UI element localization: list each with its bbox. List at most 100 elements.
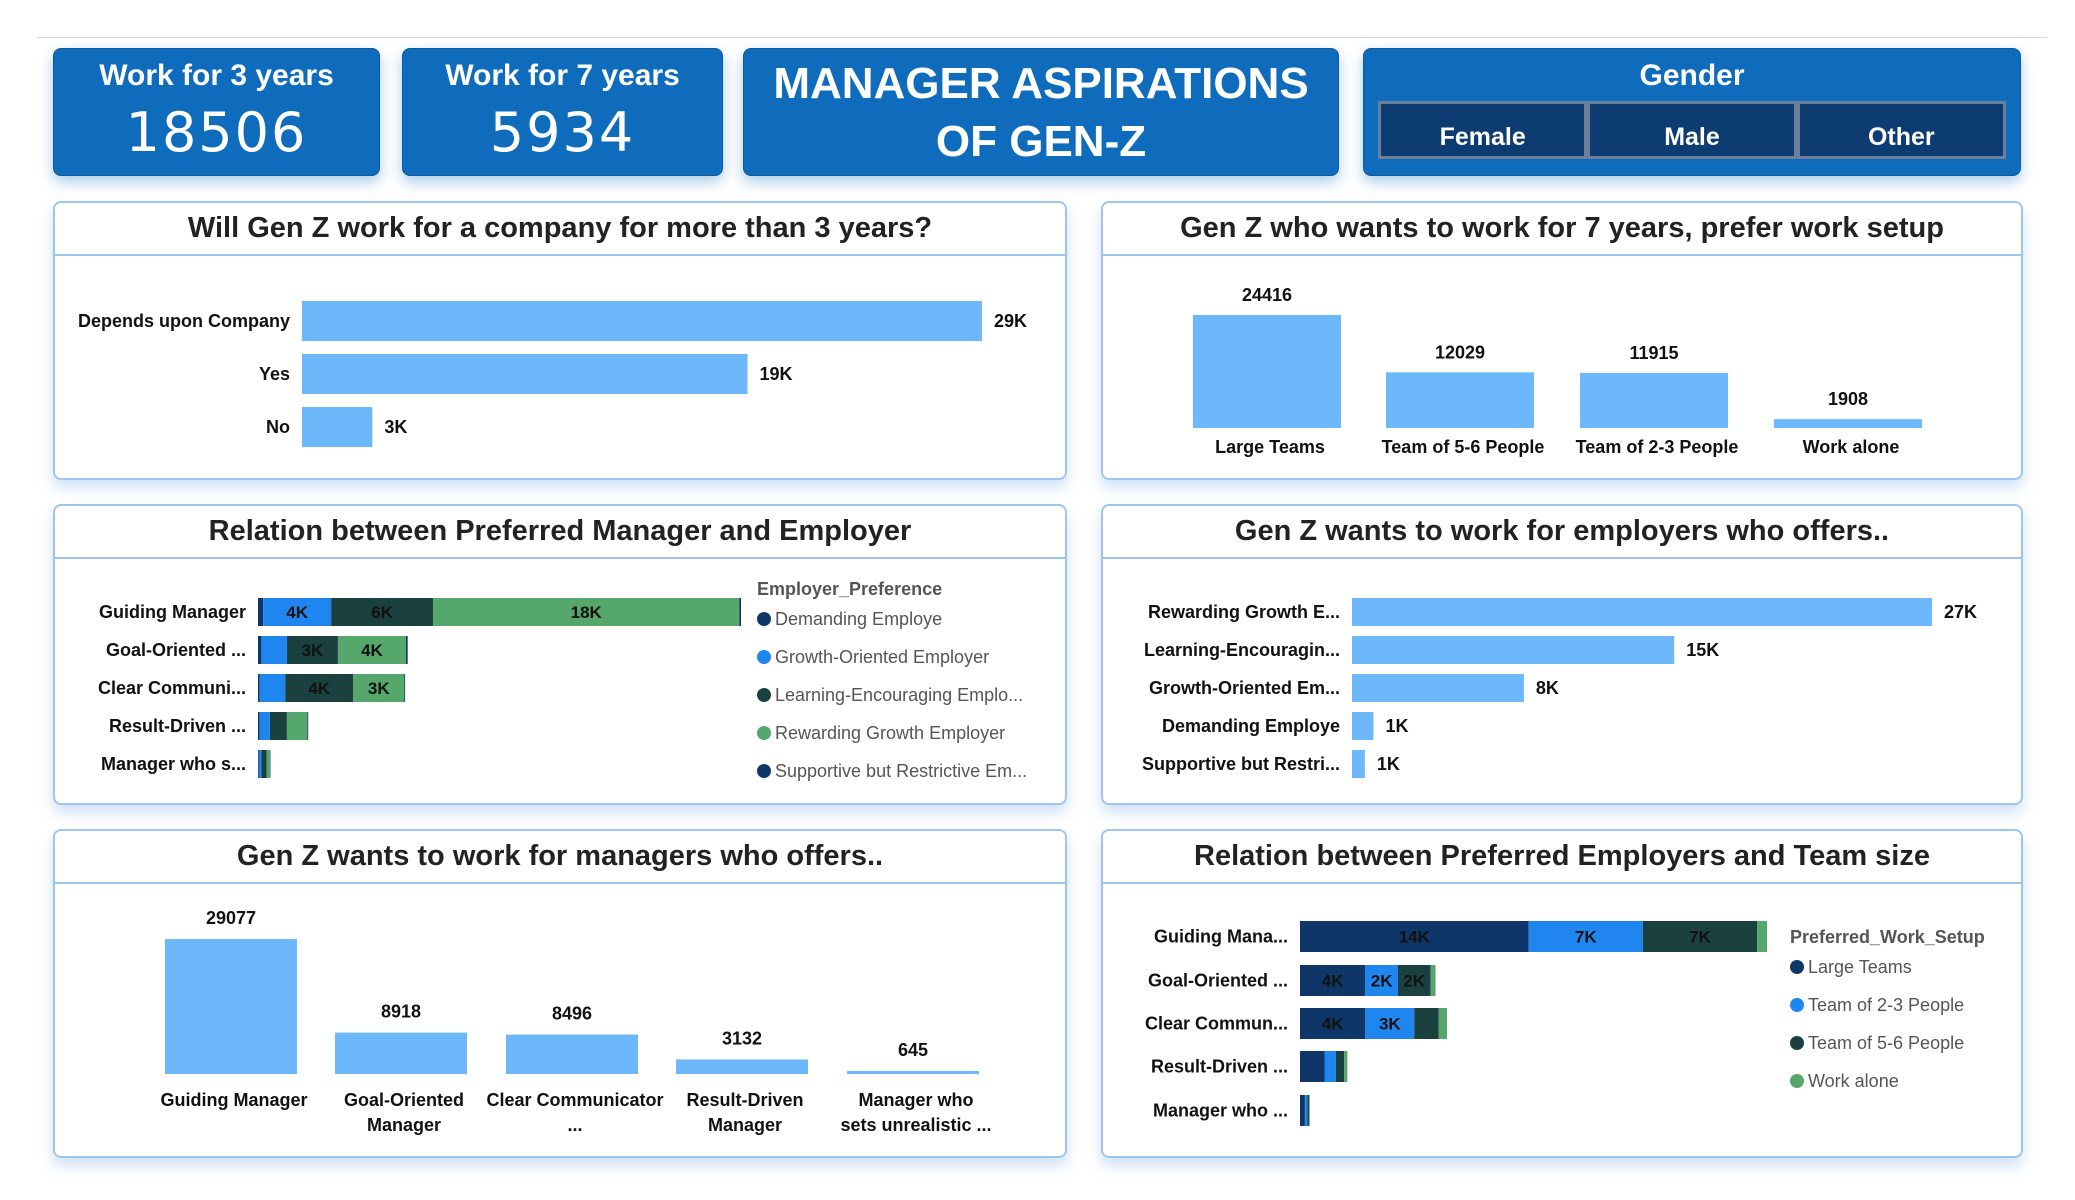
legend-item: Team of 2-3 People xyxy=(1808,995,1964,1015)
bar-segment xyxy=(404,674,406,702)
bar xyxy=(1774,419,1922,428)
category-label: Team of 5-6 People xyxy=(1382,437,1545,457)
category-label: Goal-Oriented ... xyxy=(106,640,246,660)
category-label: Manager who s... xyxy=(101,754,246,774)
data-label: 3K xyxy=(384,417,407,437)
data-label: 645 xyxy=(898,1040,928,1060)
bar-segment xyxy=(266,750,270,778)
data-label: 3132 xyxy=(722,1028,762,1048)
data-label: 4K xyxy=(361,641,383,660)
bar xyxy=(1386,372,1534,428)
data-label: 29077 xyxy=(206,908,256,928)
bar-segment xyxy=(1438,1008,1447,1039)
category-label: Guiding Manager xyxy=(99,602,246,622)
legend-item: Growth-Oriented Employer xyxy=(775,647,989,667)
data-label: 11915 xyxy=(1629,343,1678,363)
gender-slicer-title: Gender xyxy=(1639,59,1745,92)
category-label: Result-Driven ... xyxy=(1151,1057,1288,1077)
category-label: Growth-Oriented Em... xyxy=(1149,678,1340,698)
kpi-title: Work for 7 years xyxy=(445,59,680,92)
bar xyxy=(335,1032,467,1074)
data-label: 4K xyxy=(286,603,308,622)
bar xyxy=(676,1059,808,1074)
panel-title: Gen Z wants to work for employers who of… xyxy=(1103,506,2021,559)
bar-segment xyxy=(1324,1051,1336,1082)
data-label: 14K xyxy=(1399,928,1431,947)
category-label: Supportive but Restri... xyxy=(1142,754,1340,774)
data-label: 7K xyxy=(1689,928,1711,947)
category-label: Large Teams xyxy=(1215,437,1325,457)
bar-segment xyxy=(258,674,260,702)
category-label: No xyxy=(266,417,290,437)
dashboard-title: MANAGER ASPIRATIONS OF GEN-Z xyxy=(743,48,1339,176)
bar-segment xyxy=(259,712,270,740)
data-label: 1K xyxy=(1385,716,1408,736)
data-label: 24416 xyxy=(1242,285,1292,305)
category-label: Demanding Employe xyxy=(1162,716,1340,736)
bar-segment xyxy=(1308,1095,1310,1126)
data-label: 8496 xyxy=(552,1004,592,1024)
bar xyxy=(1352,674,1524,702)
category-label: Learning-Encouragin... xyxy=(1144,640,1340,660)
bar-segment xyxy=(261,636,287,664)
category-label: Team of 2-3 People xyxy=(1576,437,1739,457)
bar xyxy=(847,1071,979,1074)
gender-option-male[interactable]: Male xyxy=(1587,101,1797,159)
category-label: Work alone xyxy=(1803,437,1900,457)
data-label: 2K xyxy=(1371,972,1393,991)
bar-segment xyxy=(1304,1095,1308,1126)
panel-manager-employer: Relation between Preferred Manager and E… xyxy=(53,504,1067,805)
legend-title: Preferred_Work_Setup xyxy=(1790,927,1985,947)
category-label: Result-Driven Manager xyxy=(686,1090,803,1135)
kpi-title: Work for 3 years xyxy=(99,59,334,92)
data-label: 3K xyxy=(302,641,324,660)
bar-segment xyxy=(1307,1095,1309,1126)
bar xyxy=(1352,750,1365,778)
legend-item: Work alone xyxy=(1808,1071,1899,1091)
data-label: 4K xyxy=(308,679,330,698)
bar-segment xyxy=(258,750,259,778)
legend-marker xyxy=(757,688,771,702)
legend-marker xyxy=(1790,960,1804,974)
panel-manager-offers: Gen Z wants to work for managers who off… xyxy=(53,829,1067,1158)
data-label: 2K xyxy=(1403,972,1425,991)
category-label: Goal-Oriented ... xyxy=(1148,971,1288,991)
chart-employer-team-size: Guiding Mana... 14K 7K 7K Goal-Oriented ... 4… xyxy=(1145,921,1985,1126)
category-label: Guiding Manager xyxy=(160,1090,307,1110)
chart-work-3-years: Depends upon Company 29K Yes 19K No 3K xyxy=(78,301,1027,447)
legend-marker xyxy=(1790,1036,1804,1050)
panel-title: Gen Z who wants to work for 7 years, pre… xyxy=(1103,203,2021,256)
chart-manager-employer: Guiding Manager 4K 6K 18K Goal-Oriented ... 3… xyxy=(98,579,1027,781)
bar-segment xyxy=(1430,965,1436,996)
data-label: 4K xyxy=(1322,972,1344,991)
category-label: Result-Driven ... xyxy=(109,716,246,736)
category-label: Goal-Oriented Manager xyxy=(344,1090,464,1135)
kpi-value: 18506 xyxy=(125,101,308,164)
panel-work-setup-7-years: Gen Z who wants to work for 7 years, pre… xyxy=(1101,201,2023,480)
gender-option-female[interactable]: Female xyxy=(1378,101,1588,159)
bar-segment xyxy=(258,598,264,626)
bar xyxy=(1352,636,1675,664)
category-label: Guiding Mana... xyxy=(1154,927,1288,947)
bar-segment xyxy=(269,750,271,778)
data-label: 19K xyxy=(760,364,793,384)
gender-option-other[interactable]: Other xyxy=(1796,101,2006,159)
bar xyxy=(1580,372,1728,428)
data-label: 3K xyxy=(1379,1015,1401,1034)
panel-title: Relation between Preferred Employers and… xyxy=(1103,831,2021,884)
panel-title: Relation between Preferred Manager and E… xyxy=(55,506,1065,559)
data-label: 7K xyxy=(1575,928,1597,947)
data-label: 6K xyxy=(371,603,393,622)
bar-segment xyxy=(259,674,286,702)
bar-segment xyxy=(405,636,408,664)
data-label: 29K xyxy=(994,311,1027,331)
bar-segment xyxy=(1335,1051,1345,1082)
data-label: 18K xyxy=(571,603,603,622)
bar xyxy=(302,301,982,341)
title-line-1: MANAGER ASPIRATIONS xyxy=(773,59,1309,108)
panel-employer-team-size: Relation between Preferred Employers and… xyxy=(1101,829,2023,1158)
legend-marker xyxy=(757,612,771,626)
data-label: 8918 xyxy=(381,1002,421,1022)
category-label: Depends upon Company xyxy=(78,311,290,331)
bar xyxy=(302,354,748,394)
